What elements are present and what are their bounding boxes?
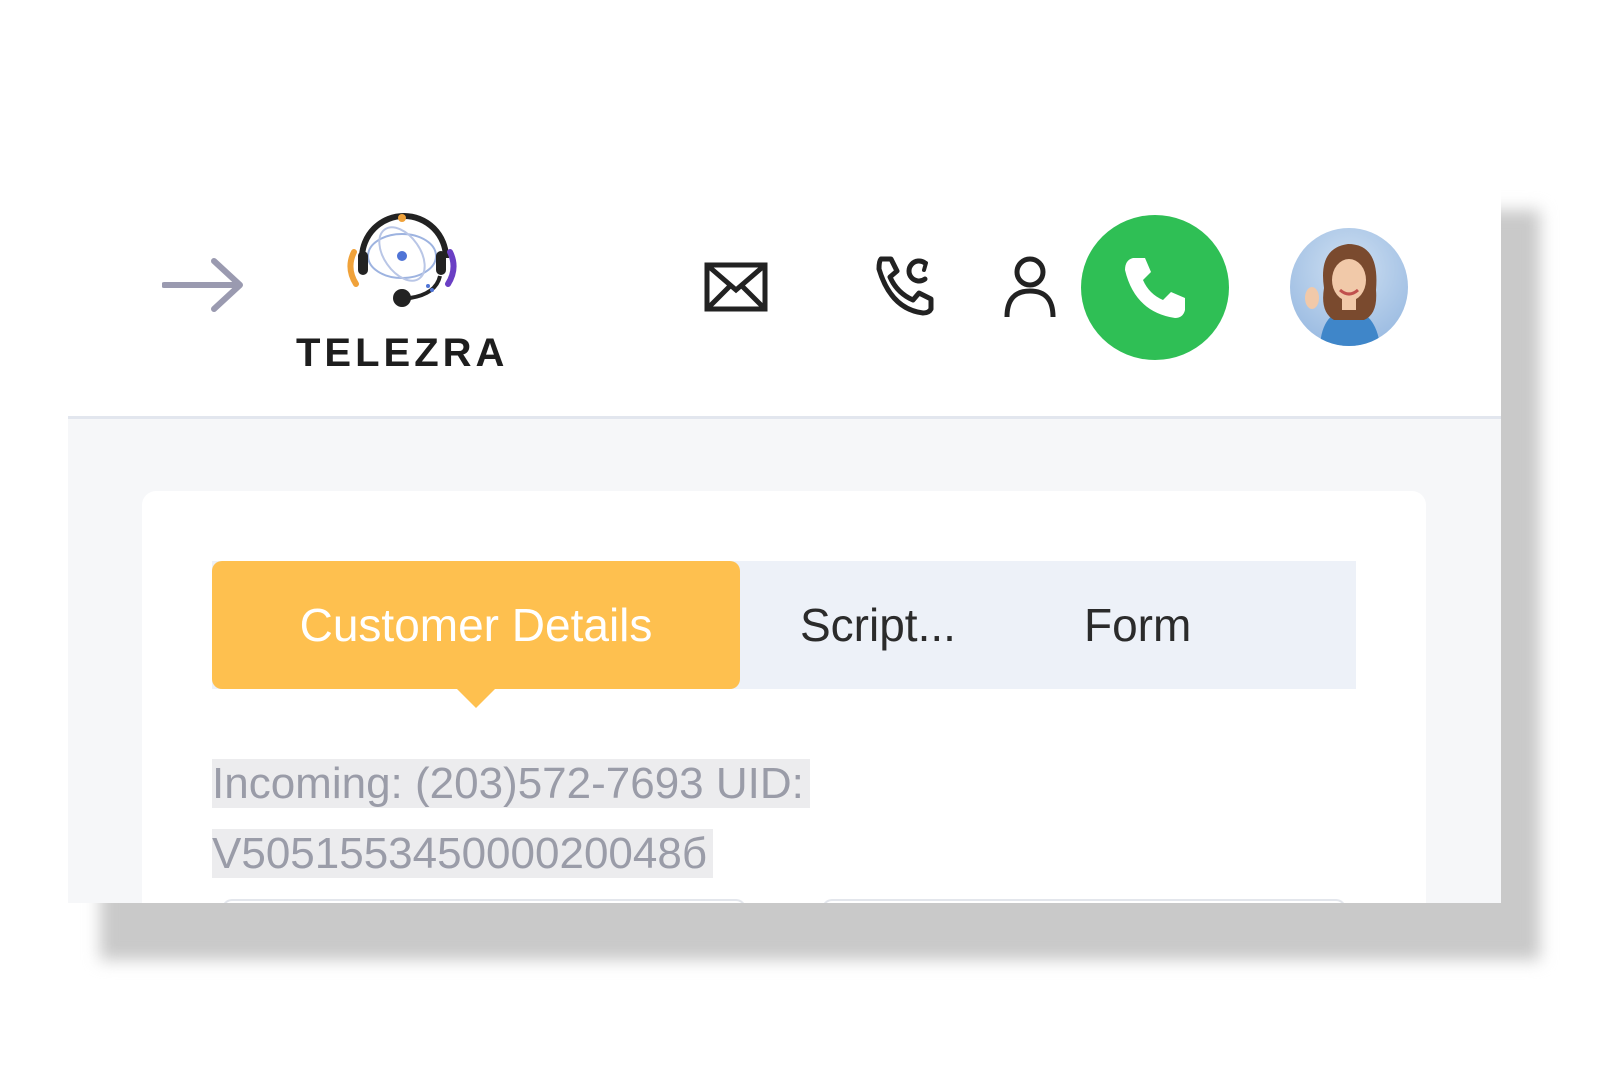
incoming-call-info: Incoming: (203)572-7693 UID: V5051553450… <box>212 749 932 889</box>
active-tab-pointer <box>456 688 496 708</box>
call-card: Customer Details Script... Form Incoming… <box>142 491 1426 903</box>
profile-photo <box>1305 244 1380 346</box>
brand-logo[interactable]: TELEZRA <box>296 196 506 376</box>
field-input-2[interactable] <box>822 899 1346 903</box>
main-content: Customer Details Script... Form Incoming… <box>68 419 1501 903</box>
phone-icon <box>1125 257 1185 318</box>
tab-customer-details[interactable]: Customer Details <box>212 561 740 689</box>
incoming-line-1: Incoming: (203)572-7693 UID: <box>212 759 810 808</box>
brand-name: TELEZRA <box>296 331 509 375</box>
tab-form[interactable]: Form <box>1084 561 1191 689</box>
tab-script[interactable]: Script... <box>800 561 956 689</box>
app-window: TELEZRA Customer Details Script... Form … <box>68 160 1501 903</box>
phone-callback-icon[interactable] <box>873 255 937 317</box>
incoming-line-2: V505155345000020048б <box>212 829 714 878</box>
top-header: TELEZRA <box>68 160 1501 419</box>
mail-icon[interactable] <box>704 260 768 314</box>
call-button[interactable] <box>1081 215 1229 360</box>
tab-bar: Customer Details Script... Form <box>212 561 1356 708</box>
avatar[interactable] <box>1290 228 1408 346</box>
field-input-1[interactable] <box>222 899 746 903</box>
headset-logo-icon <box>347 213 457 307</box>
arrow-right-icon[interactable] <box>162 257 244 313</box>
user-icon[interactable] <box>1003 255 1057 319</box>
